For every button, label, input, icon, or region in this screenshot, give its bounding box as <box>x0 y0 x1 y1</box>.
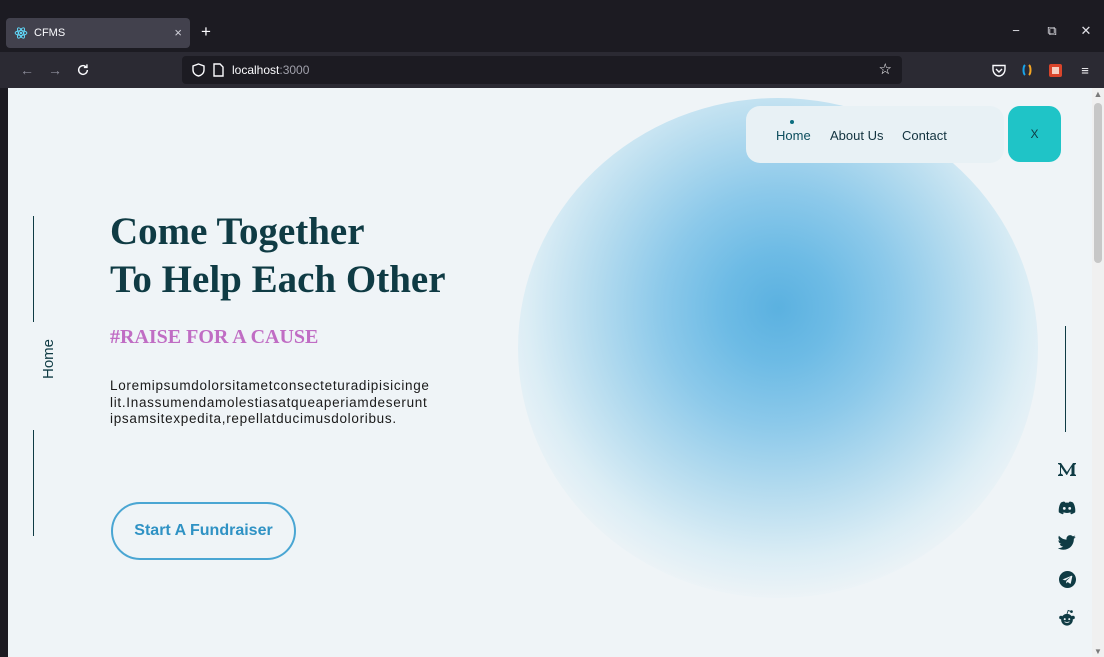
right-divider <box>1065 326 1066 432</box>
extension-icon[interactable] <box>1018 61 1036 79</box>
page-viewport: Home About Us Contact X Home Come Togeth… <box>8 88 1092 657</box>
menu-icon[interactable]: ≡ <box>1076 61 1094 79</box>
hero-tagline: #RAISE FOR A CAUSE <box>110 326 319 348</box>
hero-title-line-2: To Help Each Other <box>110 258 446 301</box>
nav-link-contact[interactable]: Contact <box>902 128 947 144</box>
hero-title-line-1: Come Together <box>110 210 365 253</box>
nav-link-about[interactable]: About Us <box>830 128 883 144</box>
reload-icon[interactable] <box>72 60 94 80</box>
scroll-thumb[interactable] <box>1094 103 1102 263</box>
maximize-button[interactable]: ⧉ <box>1042 22 1062 40</box>
tab-title: CFMS <box>34 27 66 39</box>
bookmark-star-icon[interactable]: ☆ <box>879 61 892 79</box>
extension-icon-2[interactable] <box>1046 61 1064 79</box>
minimize-button[interactable]: − <box>1006 22 1026 40</box>
nav-link-home[interactable]: Home <box>776 128 811 144</box>
reddit-icon[interactable] <box>1056 606 1078 628</box>
close-menu-button[interactable]: X <box>1008 106 1061 162</box>
url-bar[interactable]: localhost:3000 ☆ <box>182 56 902 84</box>
background-gradient-blob <box>518 98 1038 598</box>
browser-toolbar: ← → localhost:3000 ☆ ≡ <box>0 52 1104 88</box>
twitter-icon[interactable] <box>1056 531 1078 553</box>
hero-description: Loremipsumdolorsitametconsecteturadipisi… <box>110 378 430 426</box>
scroll-down-arrow-icon[interactable]: ▼ <box>1092 647 1104 657</box>
url-host: localhost <box>232 63 280 77</box>
forward-arrow-icon[interactable]: → <box>44 60 66 80</box>
page-icon <box>212 63 224 82</box>
side-divider-bottom <box>33 430 34 536</box>
main-nav: Home About Us Contact <box>746 106 1004 163</box>
url-port: :3000 <box>279 63 310 77</box>
tab-close-icon[interactable]: × <box>174 25 182 41</box>
url-text[interactable]: localhost:3000 <box>232 63 309 77</box>
hero-title: Come Together To Help Each Other <box>110 208 446 304</box>
shield-icon[interactable] <box>192 63 205 82</box>
react-favicon-icon <box>14 26 28 40</box>
browser-tab-bar: CFMS × + − ⧉ ✕ <box>0 0 1104 52</box>
active-indicator-dot <box>790 120 794 124</box>
browser-tab[interactable]: CFMS × <box>6 18 190 48</box>
side-divider-top <box>33 216 34 322</box>
pocket-icon[interactable] <box>990 61 1008 79</box>
start-fundraiser-button[interactable]: Start A Fundraiser <box>111 502 296 560</box>
back-arrow-icon[interactable]: ← <box>16 60 38 80</box>
new-tab-button[interactable]: + <box>196 20 216 44</box>
medium-icon[interactable] <box>1056 458 1078 480</box>
section-side-label: Home <box>40 339 57 380</box>
scroll-up-arrow-icon[interactable]: ▲ <box>1092 88 1104 100</box>
close-window-button[interactable]: ✕ <box>1076 22 1096 40</box>
discord-icon[interactable] <box>1056 497 1078 519</box>
page-scrollbar[interactable]: ▲ ▼ <box>1092 88 1104 657</box>
telegram-icon[interactable] <box>1056 568 1078 590</box>
